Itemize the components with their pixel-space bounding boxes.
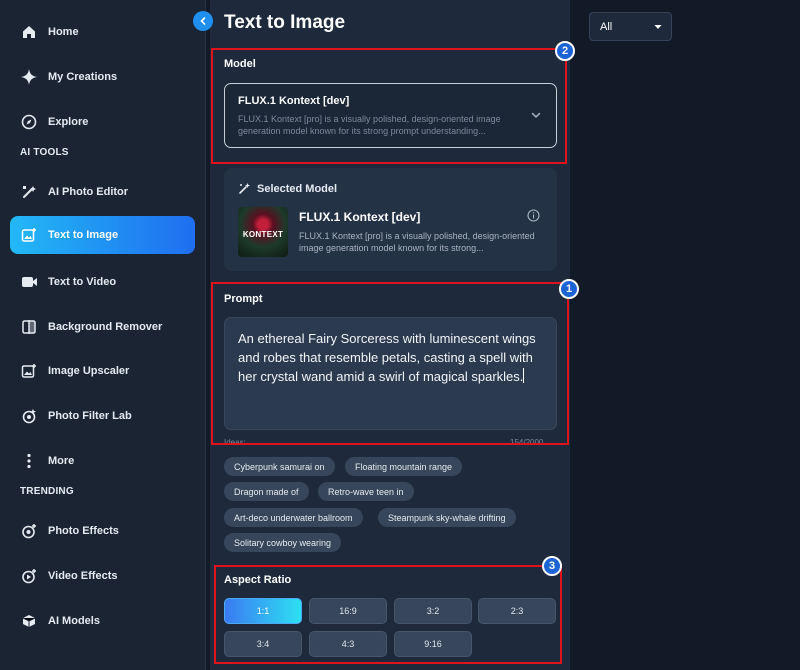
idea-chip[interactable]: Retro-wave teen in xyxy=(318,482,414,501)
idea-chip[interactable]: Dragon made of xyxy=(224,482,309,501)
annotation-badge-1: 1 xyxy=(559,279,579,299)
sidebar: Home My Creations Explore AI TOOLS AI Ph… xyxy=(0,0,206,670)
sidebar-item-image-upscaler[interactable]: Image Upscaler xyxy=(10,352,195,390)
chevron-left-icon xyxy=(200,17,206,25)
sidebar-item-label: Video Effects xyxy=(48,570,118,582)
sidebar-item-text-to-video[interactable]: Text to Video xyxy=(10,263,195,301)
photo-effects-icon xyxy=(20,522,38,540)
selected-model-header: Selected Model xyxy=(238,182,337,195)
idea-chip[interactable]: Floating mountain range xyxy=(345,457,463,476)
home-icon xyxy=(20,23,38,41)
cube-icon xyxy=(20,612,38,630)
idea-chip[interactable]: Steampunk sky-whale drifting xyxy=(378,508,516,527)
magic-wand-icon xyxy=(239,183,250,194)
sidebar-item-home[interactable]: Home xyxy=(10,13,195,51)
selected-model-card: Selected Model KONTEXT FLUX.1 Kontext [d… xyxy=(224,168,557,271)
annotation-box-prompt xyxy=(211,282,569,445)
sidebar-item-video-effects[interactable]: Video Effects xyxy=(10,557,195,595)
sidebar-item-label: Explore xyxy=(48,116,89,128)
sidebar-item-label: Background Remover xyxy=(48,321,163,333)
info-icon[interactable] xyxy=(527,209,540,222)
annotation-badge-2: 2 xyxy=(555,41,575,61)
sidebar-item-background-remover[interactable]: Background Remover xyxy=(10,308,195,346)
section-ai-tools: AI TOOLS xyxy=(20,147,69,158)
sidebar-item-label: More xyxy=(48,455,75,467)
sidebar-item-label: AI Photo Editor xyxy=(48,186,129,198)
sidebar-item-label: AI Models xyxy=(48,615,100,627)
sidebar-item-label: Text to Video xyxy=(48,276,117,288)
sidebar-item-label: Photo Effects xyxy=(48,525,119,537)
collapse-sidebar-button[interactable] xyxy=(193,11,213,31)
annotation-badge-3: 3 xyxy=(542,556,562,576)
annotation-box-model xyxy=(211,48,567,164)
selected-model-name: FLUX.1 Kontext [dev] xyxy=(299,210,421,224)
idea-chip[interactable]: Cyberpunk samurai on xyxy=(224,457,335,476)
thumbnail-text: KONTEXT xyxy=(242,230,284,239)
sidebar-item-photo-effects[interactable]: Photo Effects xyxy=(10,512,195,550)
image-add-icon xyxy=(20,226,38,244)
sidebar-item-photo-filter-lab[interactable]: Photo Filter Lab xyxy=(10,397,195,435)
sidebar-item-ai-models[interactable]: AI Models xyxy=(10,602,195,640)
sidebar-item-label: Image Upscaler xyxy=(48,365,130,377)
annotation-box-aspect-ratio xyxy=(214,565,562,664)
section-trending: TRENDING xyxy=(20,486,74,497)
model-thumbnail: KONTEXT xyxy=(238,207,288,257)
sparkle-icon xyxy=(20,68,38,86)
sidebar-item-label: Photo Filter Lab xyxy=(48,410,132,422)
more-vertical-icon xyxy=(20,452,38,470)
compass-icon xyxy=(20,113,38,131)
sidebar-item-more[interactable]: More xyxy=(10,442,195,480)
idea-chip[interactable]: Art-deco underwater ballroom xyxy=(224,508,363,527)
sidebar-item-label: My Creations xyxy=(48,71,118,83)
image-upscale-icon xyxy=(20,362,38,380)
page-title: Text to Image xyxy=(224,12,346,33)
sidebar-item-explore[interactable]: Explore xyxy=(10,103,195,141)
sidebar-item-my-creations[interactable]: My Creations xyxy=(10,58,195,96)
filter-value: All xyxy=(600,20,613,33)
sidebar-item-ai-photo-editor[interactable]: AI Photo Editor xyxy=(10,173,195,211)
magic-brush-icon xyxy=(20,183,38,201)
sidebar-item-label: Home xyxy=(48,26,79,38)
chevron-down-icon xyxy=(654,25,662,29)
selected-model-header-text: Selected Model xyxy=(257,182,338,195)
filter-dropdown[interactable]: All xyxy=(589,12,672,41)
background-remove-icon xyxy=(20,318,38,336)
video-camera-icon xyxy=(20,273,38,291)
video-effects-icon xyxy=(20,567,38,585)
selected-model-desc: FLUX.1 Kontext [pro] is a visually polis… xyxy=(299,231,535,253)
filter-icon xyxy=(20,407,38,425)
sidebar-item-text-to-image[interactable]: Text to Image xyxy=(10,216,195,254)
idea-chip[interactable]: Solitary cowboy wearing xyxy=(224,533,342,552)
sidebar-item-label: Text to Image xyxy=(48,229,119,241)
